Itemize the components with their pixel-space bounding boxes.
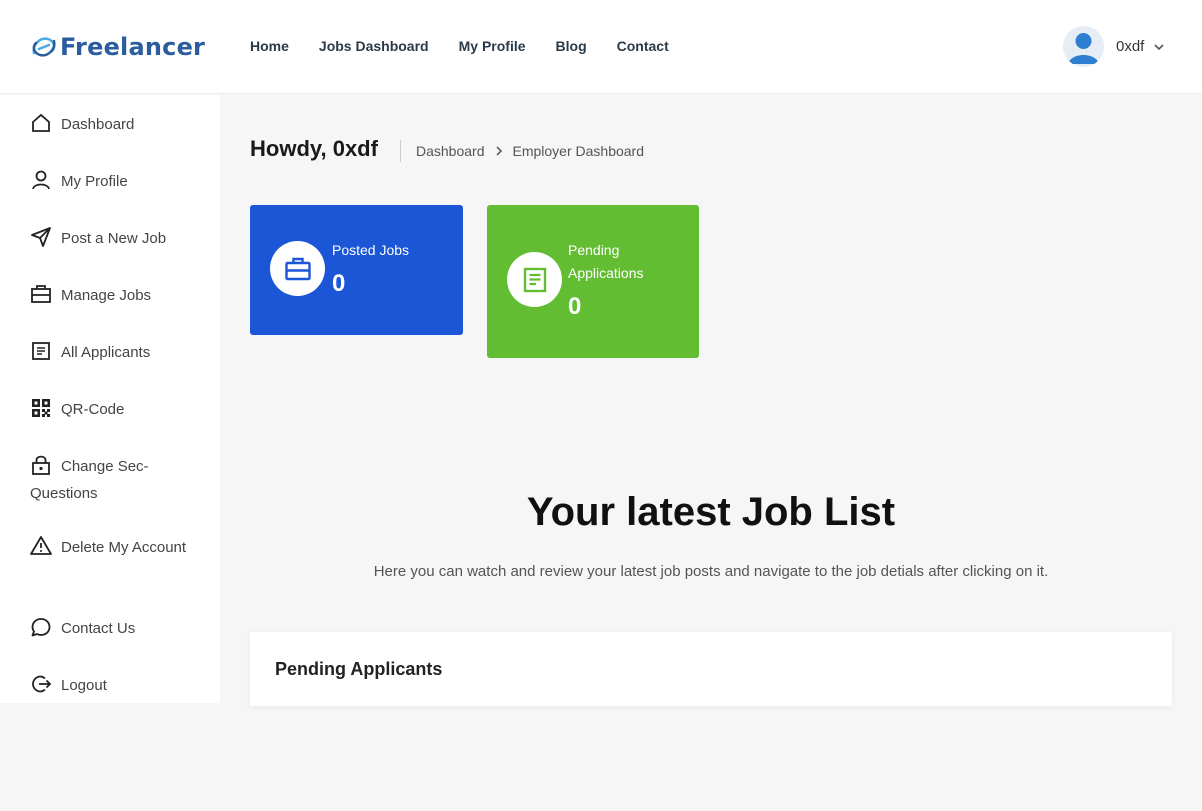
sidebar-item-logout[interactable]: Logout bbox=[30, 672, 200, 699]
logo-icon bbox=[32, 37, 56, 57]
panel-title: Pending Applicants bbox=[275, 659, 443, 679]
breadcrumb: Dashboard Employer Dashboard bbox=[400, 140, 644, 162]
breadcrumb-dashboard[interactable]: Dashboard bbox=[416, 143, 485, 159]
page-title: Howdy, 0xdf bbox=[250, 136, 378, 161]
sidebar-item-label: My Profile bbox=[61, 173, 128, 190]
briefcase-icon bbox=[31, 285, 51, 303]
qr-code-icon bbox=[32, 399, 50, 417]
sidebar-item-my-profile[interactable]: My Profile bbox=[30, 168, 200, 195]
latest-jobs-subtitle: Here you can watch and review your lates… bbox=[373, 563, 1049, 580]
sidebar-item-label: Logout bbox=[61, 677, 107, 694]
sidebar-item-label: Dashboard bbox=[61, 116, 135, 133]
sidebar: Dashboard My Profile Post a New Job Mana… bbox=[0, 95, 220, 703]
user-menu[interactable]: 0xdf bbox=[1063, 26, 1166, 67]
chat-icon bbox=[31, 618, 51, 637]
lock-icon bbox=[32, 455, 50, 475]
user-name: 0xdf bbox=[1116, 38, 1145, 55]
sidebar-item-label: Contact Us bbox=[61, 620, 136, 637]
sidebar-item-label: All Applicants bbox=[61, 344, 151, 361]
top-header: Freelancer Home Jobs Dashboard My Profil… bbox=[0, 0, 1202, 94]
posted-jobs-count: 0 bbox=[332, 270, 346, 297]
sidebar-item-delete-account[interactable]: Delete My Account bbox=[30, 534, 200, 561]
posted-jobs-card[interactable]: Posted Jobs 0 bbox=[250, 205, 463, 335]
sidebar-item-label: Delete My Account bbox=[61, 539, 187, 556]
sidebar-item-manage-jobs[interactable]: Manage Jobs bbox=[30, 282, 200, 309]
send-icon bbox=[31, 227, 51, 247]
pending-applications-label: Pending Applications bbox=[568, 242, 644, 281]
posted-jobs-label: Posted Jobs bbox=[332, 242, 410, 258]
chevron-down-icon bbox=[1154, 43, 1164, 50]
breadcrumb-current: Employer Dashboard bbox=[512, 143, 645, 159]
sidebar-item-label: Post a New Job bbox=[61, 230, 167, 247]
latest-jobs-title: Your latest Job List bbox=[526, 490, 896, 534]
warning-icon bbox=[30, 536, 52, 555]
main-nav: Home Jobs Dashboard My Profile Blog Cont… bbox=[250, 38, 699, 54]
nav-my-profile[interactable]: My Profile bbox=[459, 38, 526, 54]
sidebar-item-all-applicants[interactable]: All Applicants bbox=[30, 339, 200, 366]
user-icon bbox=[32, 170, 50, 190]
chevron-right-icon bbox=[495, 146, 502, 156]
sidebar-item-contact-us[interactable]: Contact Us bbox=[30, 615, 200, 642]
document-icon bbox=[507, 252, 562, 307]
sidebar-item-qr-code[interactable]: QR-Code bbox=[30, 396, 200, 423]
pending-applications-count: 0 bbox=[568, 293, 582, 320]
pending-applicants-panel: Pending Applicants bbox=[250, 632, 1172, 706]
pending-applications-card[interactable]: Pending Applications 0 bbox=[487, 205, 699, 358]
document-icon bbox=[32, 342, 50, 360]
sidebar-item-change-sec-questions[interactable]: Change Sec-Questions bbox=[30, 453, 200, 507]
briefcase-icon bbox=[270, 241, 325, 296]
nav-jobs-dashboard[interactable]: Jobs Dashboard bbox=[319, 38, 429, 54]
brand-name: Freelancer bbox=[60, 33, 206, 61]
brand-logo[interactable]: Freelancer bbox=[30, 33, 205, 61]
logout-icon bbox=[32, 675, 52, 693]
home-icon bbox=[32, 113, 50, 132]
sidebar-item-label: QR-Code bbox=[61, 401, 125, 418]
nav-contact[interactable]: Contact bbox=[617, 38, 669, 54]
nav-blog[interactable]: Blog bbox=[556, 38, 587, 54]
sidebar-item-post-job[interactable]: Post a New Job bbox=[30, 225, 200, 252]
user-avatar-icon bbox=[1063, 26, 1104, 67]
nav-home[interactable]: Home bbox=[250, 38, 289, 54]
sidebar-item-dashboard[interactable]: Dashboard bbox=[30, 111, 200, 138]
sidebar-item-label: Manage Jobs bbox=[61, 287, 152, 304]
